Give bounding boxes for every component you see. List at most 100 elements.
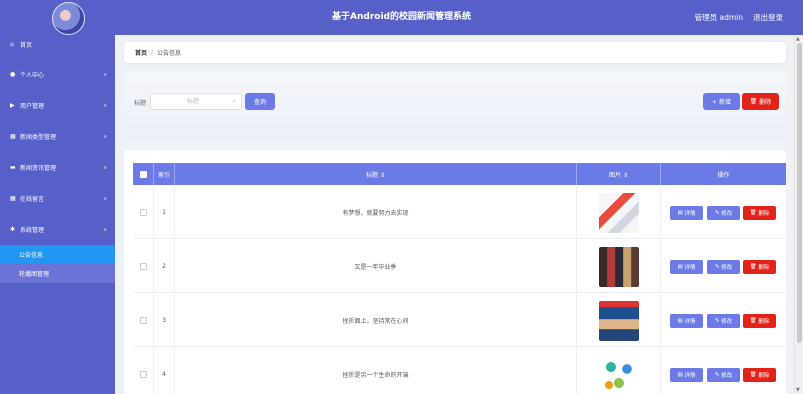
delete-label: 删除 — [758, 265, 770, 271]
batch-delete-label: 删除 — [759, 99, 772, 106]
trash-icon: 🗑 — [749, 318, 759, 324]
sidebar-item-news-types[interactable]: ▦ 新闻类型管理 ∨ — [0, 121, 115, 152]
page-scrollbar[interactable]: ▲ ▼ — [794, 35, 803, 394]
row-index: 4 — [154, 348, 175, 394]
sidebar-item-news[interactable]: ▬ 新闻资讯管理 ∨ — [0, 152, 115, 183]
detail-button[interactable]: ▤ 详情 — [670, 260, 703, 274]
edit-label: 修改 — [721, 319, 733, 325]
row-title: 有梦想，就要努力去实现 — [175, 186, 577, 239]
row-index: 2 — [154, 240, 175, 293]
row-checkbox[interactable] — [139, 263, 147, 270]
column-index: 索引 — [154, 163, 175, 185]
sidebar: ⌂ 首页 ● 个人中心 ∨ ▶ 用户管理 ∨ ▦ 新闻类型管理 ∨ ▬ 新闻资讯… — [0, 35, 115, 394]
sidebar-item-label: 新闻类型管理 — [20, 134, 57, 141]
sidebar-item-label: 在线留言 — [20, 196, 45, 203]
detail-label: 详情 — [684, 373, 696, 379]
chevron-down-icon: ∨ — [103, 71, 107, 78]
table-row: 4 挫折是另一个生命的开端 ▤ 详情 ✎ 修改 🗑 删除 — [133, 348, 786, 394]
grid-icon: ▦ — [10, 133, 16, 140]
person-icon: ● — [10, 71, 16, 78]
column-image[interactable]: 图片 ⇕ — [577, 163, 661, 185]
row-title: 又是一年毕业季 — [175, 240, 577, 293]
table-row: 2 又是一年毕业季 ▤ 详情 ✎ 修改 🗑 删除 — [133, 240, 786, 293]
detail-icon: ▤ — [677, 264, 685, 270]
trash-icon: 🗑 — [749, 210, 759, 216]
delete-label: 删除 — [758, 319, 770, 325]
chevron-down-icon: ∨ — [103, 102, 107, 109]
query-button[interactable]: 查询 — [245, 93, 275, 110]
grid-icon: ▦ — [10, 195, 16, 202]
top-header: 基于Android的校园新闻管理系统 管理员 admin 退出登录 — [0, 0, 803, 35]
logout-link[interactable]: 退出登录 — [753, 12, 783, 23]
batch-delete-button[interactable]: 🗑 删除 — [742, 93, 779, 110]
add-button[interactable]: + 新增 — [703, 93, 740, 110]
scrollbar-thumb[interactable] — [797, 43, 802, 343]
detail-icon: ▤ — [677, 318, 685, 324]
sidebar-item-home[interactable]: ⌂ 首页 — [0, 35, 115, 53]
chevron-up-icon: ∧ — [103, 226, 107, 233]
delete-button[interactable]: 🗑 删除 — [743, 206, 776, 220]
submenu-item-carousel[interactable]: 轮播图管理 — [0, 264, 115, 283]
edit-button[interactable]: ✎ 修改 — [707, 260, 740, 274]
sidebar-item-label: 系统管理 — [20, 227, 45, 234]
detail-label: 详情 — [684, 319, 696, 325]
sidebar-item-system[interactable]: ✱ 系统管理 ∧ — [0, 214, 115, 245]
breadcrumb-current: 公告信息 — [157, 50, 182, 57]
row-thumbnail — [598, 192, 639, 233]
delete-button[interactable]: 🗑 删除 — [743, 260, 776, 274]
trash-icon: 🗑 — [749, 264, 759, 270]
delete-button[interactable]: 🗑 删除 — [743, 368, 776, 382]
row-thumbnail — [598, 300, 639, 341]
row-checkbox[interactable] — [139, 371, 147, 378]
row-title: 挫折是另一个生命的开端 — [175, 348, 577, 394]
edit-button[interactable]: ✎ 修改 — [707, 368, 740, 382]
row-thumbnail — [598, 354, 639, 394]
detail-button[interactable]: ▤ 详情 — [670, 206, 703, 220]
trash-icon: 🗑 — [749, 372, 759, 378]
delete-label: 删除 — [758, 373, 770, 379]
scroll-down-icon[interactable]: ▼ — [796, 387, 800, 393]
table-row: 3 挫折面上，坚持常在心间 ▤ 详情 ✎ 修改 🗑 删除 — [133, 294, 786, 347]
row-title: 挫折面上，坚持常在心间 — [175, 294, 577, 347]
sidebar-item-users[interactable]: ▶ 用户管理 ∨ — [0, 90, 115, 121]
home-icon: ⌂ — [10, 40, 14, 48]
search-placeholder: 标题 — [187, 98, 200, 105]
chevron-down-icon: ∨ — [103, 195, 107, 202]
detail-button[interactable]: ▤ 详情 — [670, 368, 703, 382]
edit-button[interactable]: ✎ 修改 — [707, 314, 740, 328]
edit-label: 修改 — [721, 373, 733, 379]
submenu-item-notices[interactable]: 公告信息 — [0, 245, 115, 264]
breadcrumb-separator: / — [151, 49, 154, 56]
detail-button[interactable]: ▤ 详情 — [670, 314, 703, 328]
app-title: 基于Android的校园新闻管理系统 — [332, 12, 471, 22]
sidebar-item-profile[interactable]: ● 个人中心 ∨ — [0, 59, 115, 90]
search-input[interactable]: 标题 ⌕ — [150, 93, 242, 110]
column-actions: 操作 — [717, 171, 730, 179]
edit-button[interactable]: ✎ 修改 — [707, 206, 740, 220]
detail-label: 详情 — [684, 265, 696, 271]
breadcrumb: 首页 / 公告信息 — [124, 42, 786, 63]
detail-icon: ▤ — [677, 372, 685, 378]
search-label: 标题 — [134, 100, 147, 107]
sidebar-item-label: 个人中心 — [20, 72, 45, 79]
search-icon: ⌕ — [232, 97, 236, 105]
table-row: 1 有梦想，就要努力去实现 ▤ 详情 ✎ 修改 🗑 删除 — [133, 186, 786, 239]
sidebar-item-label: 首页 — [20, 41, 33, 49]
edit-label: 修改 — [721, 265, 733, 271]
breadcrumb-home[interactable]: 首页 — [135, 48, 147, 57]
row-index: 1 — [154, 186, 175, 239]
column-title[interactable]: 标题 ⇕ — [175, 163, 577, 185]
row-thumbnail — [598, 246, 639, 287]
header-right: 管理员 admin 退出登录 — [695, 0, 783, 35]
row-checkbox[interactable] — [139, 209, 147, 216]
grid-icon: ▬ — [10, 164, 16, 171]
select-all-checkbox[interactable] — [139, 170, 147, 178]
sidebar-item-messages[interactable]: ▦ 在线留言 ∨ — [0, 183, 115, 214]
delete-button[interactable]: 🗑 删除 — [743, 314, 776, 328]
scroll-up-icon[interactable]: ▲ — [796, 36, 800, 42]
flag-icon: ▶ — [10, 102, 15, 109]
row-checkbox[interactable] — [139, 317, 147, 324]
gear-icon: ✱ — [10, 226, 16, 233]
select-all-cell[interactable] — [133, 163, 154, 185]
table-header: 索引 标题 ⇕ 图片 ⇕ 操作 — [133, 163, 786, 185]
